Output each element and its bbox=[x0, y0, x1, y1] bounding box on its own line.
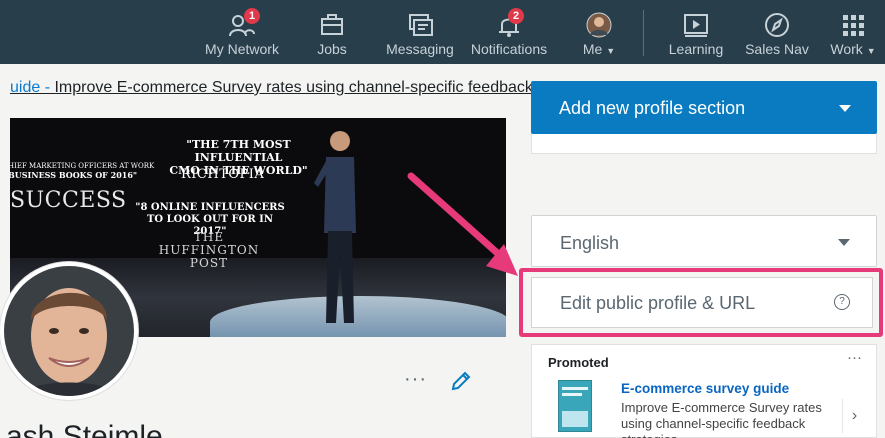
nav-label: My Network bbox=[205, 41, 279, 57]
notifications-badge: 2 bbox=[508, 8, 524, 24]
nav-notifications[interactable]: 2 Notifications bbox=[466, 0, 552, 64]
work-label: Work bbox=[830, 41, 863, 57]
nav-sales-nav[interactable]: Sales Nav bbox=[744, 0, 810, 64]
nav-label: Me ▼ bbox=[576, 41, 622, 57]
featured-link-prefix: uide - bbox=[10, 79, 55, 96]
jobs-icon bbox=[321, 14, 343, 35]
sales-nav-icon bbox=[765, 13, 789, 37]
chevron-down-icon bbox=[839, 105, 851, 112]
promoted-card: Promoted ··· E-commerce survey guide Imp… bbox=[531, 344, 877, 438]
featured-link[interactable]: uide - Improve E-commerce Survey rates u… bbox=[10, 79, 533, 97]
grid-icon bbox=[843, 15, 864, 36]
avatar-icon bbox=[586, 12, 612, 38]
profile-strength-card bbox=[531, 134, 877, 154]
quote-line: "THE 7TH MOST INFLUENTIAL bbox=[186, 138, 291, 164]
promo-title-link[interactable]: E-commerce survey guide bbox=[621, 381, 789, 396]
nav-label: Notifications bbox=[470, 41, 548, 57]
nav-me[interactable]: Me ▼ bbox=[576, 0, 622, 64]
quote-line: BUSINESS BOOKS OF 2016" bbox=[10, 170, 138, 180]
nav-label: Jobs bbox=[317, 41, 347, 57]
nav-label: Learning bbox=[668, 41, 724, 57]
profile-photo[interactable] bbox=[0, 262, 138, 400]
nav-messaging[interactable]: Messaging bbox=[385, 0, 455, 64]
chevron-down-icon: ▼ bbox=[606, 46, 616, 56]
messaging-icon bbox=[409, 14, 433, 36]
nav-label: Messaging bbox=[386, 41, 454, 57]
me-label: Me bbox=[582, 41, 603, 57]
guide-thumbnail[interactable] bbox=[558, 380, 592, 432]
chevron-down-icon: ▼ bbox=[866, 46, 876, 56]
logo-line: POST bbox=[189, 256, 229, 270]
promoted-label: Promoted bbox=[548, 355, 609, 370]
profile-name: ash Steimle bbox=[6, 420, 163, 438]
add-profile-section-button[interactable]: Add new profile section bbox=[531, 81, 877, 134]
add-profile-section-label: Add new profile section bbox=[559, 98, 746, 118]
nav-label: Sales Nav bbox=[745, 41, 809, 57]
promo-more-button[interactable]: ··· bbox=[847, 349, 862, 366]
nav-jobs[interactable]: Jobs bbox=[306, 0, 358, 64]
nav-work[interactable]: Work ▼ bbox=[826, 0, 880, 64]
thumb-block bbox=[562, 411, 588, 427]
language-select[interactable]: English bbox=[531, 215, 877, 267]
thumb-line bbox=[562, 393, 582, 396]
thumb-line bbox=[562, 387, 588, 390]
success-logo: SUCCESS bbox=[10, 188, 127, 213]
highlight-box bbox=[519, 268, 883, 337]
nav-my-network[interactable]: 1 My Network bbox=[198, 0, 286, 64]
profile-photo-image bbox=[4, 266, 134, 396]
richtopia-logo: RICHTOPIA bbox=[181, 167, 265, 182]
learning-icon bbox=[684, 14, 708, 37]
more-options-button[interactable]: ··· bbox=[404, 368, 427, 391]
edit-pencil-icon[interactable] bbox=[450, 370, 472, 392]
nav-label: Work ▼ bbox=[826, 41, 880, 57]
huffington-post-logo: THE HUFFINGTON POST bbox=[139, 231, 279, 270]
nav-learning[interactable]: Learning bbox=[664, 0, 728, 64]
linkedin-profile-page: 1 My Network Jobs Messaging 2 Notificati… bbox=[0, 0, 885, 438]
quote-cmo: HIEF MARKETING OFFICERS AT WORK BUSINESS… bbox=[10, 162, 154, 181]
top-nav: 1 My Network Jobs Messaging 2 Notificati… bbox=[0, 0, 885, 64]
chevron-down-icon bbox=[838, 239, 850, 246]
quote-line: "8 ONLINE INFLUENCERS bbox=[135, 202, 285, 213]
featured-link-text: Improve E-commerce Survey rates using ch… bbox=[54, 79, 533, 96]
network-badge: 1 bbox=[244, 8, 260, 24]
nav-divider bbox=[643, 10, 644, 56]
promo-description: Improve E-commerce Survey rates using ch… bbox=[621, 400, 822, 438]
chevron-right-icon[interactable]: › bbox=[842, 399, 866, 433]
language-label: English bbox=[560, 233, 620, 253]
